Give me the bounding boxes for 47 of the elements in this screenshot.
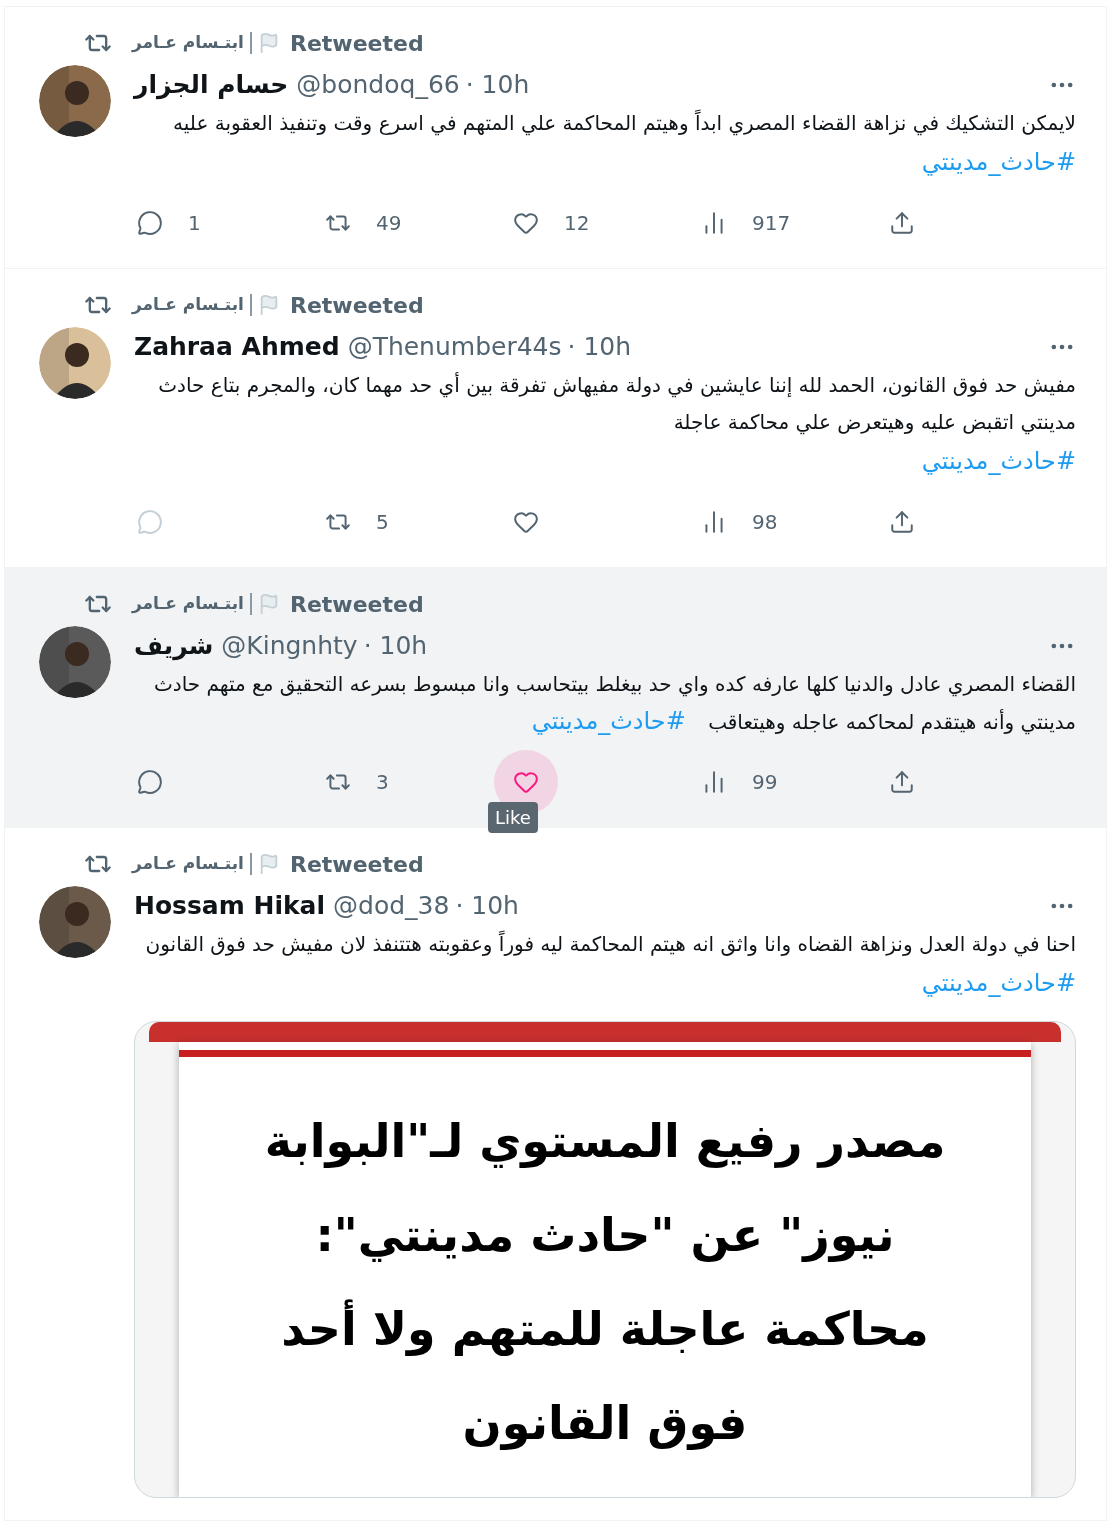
tweet-text: مفيش حد فوق القانون، الحمد لله إننا عايشين في دولة مفيهاش تفرقة بين أي حد مهما كان، والمجرم بتاع حادث مدينتي اتقبض عليه وهيتعرض علي محاكمة عاجلة (157, 371, 1076, 437)
user-handle[interactable]: @Kingnhty (221, 627, 358, 665)
user-handle[interactable]: @dod_38 (333, 887, 450, 925)
user-name[interactable]: شريف (134, 627, 214, 665)
retweeter-name: ابتـسام عـامر (132, 293, 244, 317)
speech-bubble-icon (137, 210, 163, 236)
user-handle[interactable]: @bondoq_66 (296, 66, 460, 104)
speech-bubble-icon (137, 509, 163, 535)
share-icon (889, 769, 915, 795)
heart-icon (513, 769, 539, 795)
media-card[interactable]: مصدر رفيع المستوي لـ"البوابة نيوز" عن "حادث مدينتي": محاكمة عاجلة للمتهم ولا أحد فوق القانون (134, 1021, 1076, 1498)
headline-text: محاكمة عاجلة للمتهم ولا أحد (281, 1285, 929, 1373)
action-count: 49 (376, 210, 402, 237)
action-count: 98 (752, 509, 778, 536)
action-count: 3 (376, 769, 389, 796)
post-time[interactable]: · 10h (465, 66, 530, 104)
action-count: 917 (752, 210, 791, 237)
action-count: 99 (752, 769, 778, 796)
retweeter-name: ابتـسام عـامر (132, 31, 244, 55)
retweet-label: Retweeted (289, 590, 424, 619)
retweet-label: Retweeted (289, 850, 424, 879)
heart-icon (513, 509, 539, 535)
headline-text: مصدر رفيع المستوي لـ"البوابة (264, 1113, 946, 1170)
user-name[interactable]: حسام الجزار (134, 66, 289, 104)
post-time[interactable]: · 10h (455, 887, 519, 925)
share-icon (889, 210, 915, 236)
action-count: 5 (376, 509, 389, 536)
retweeter-name: ابتـسام عـامر (132, 592, 244, 616)
user-name[interactable]: Hossam Hikal (134, 887, 326, 925)
tweet-text: القضاء المصري عادل والدنيا كلها عارفه كده واي حد بيغلط بيتحاسب وانا مبسوط بسرعه التحقيق مع متهم حادث مدينتي وأنه هيتقدم لمحاكمه عاجله وهيتعاقب #حادث_مدينتي (152, 671, 1076, 737)
speech-bubble-icon (137, 769, 163, 795)
action-count: 12 (564, 210, 590, 237)
headline-text: نيوز" عن "حادث مدينتي": (315, 1207, 895, 1264)
share-icon (889, 509, 915, 535)
retweet-label: Retweeted (289, 291, 424, 320)
post-time[interactable]: · 10h (567, 328, 632, 366)
retweeter-name: ابتـسام عـامر (132, 852, 244, 876)
heart-icon (513, 210, 539, 236)
tweet-text: احنا في دولة العدل ونزاهة القضاه وانا واثق انه هيتم المحاكمة ليه فوراً وعقوبته هتتنفذ لان مفيش حد فوق القانون (144, 929, 1076, 959)
post-time[interactable]: · 10h (363, 627, 428, 665)
user-name[interactable]: Zahraa Ahmed (134, 328, 340, 366)
headline-text: فوق القانون (462, 1395, 748, 1452)
tweet-text: لايمكن التشكيك في نزاهة القضاء المصري ابداً وهيتم المحاكمة علي المتهم في اسرع وقت وتنفيذ العقوبة عليه (172, 108, 1076, 138)
tooltip: Like (488, 802, 538, 833)
action-count: 1 (188, 210, 201, 237)
user-handle[interactable]: @Thenumber44s (347, 328, 562, 366)
retweet-label: Retweeted (289, 29, 424, 58)
